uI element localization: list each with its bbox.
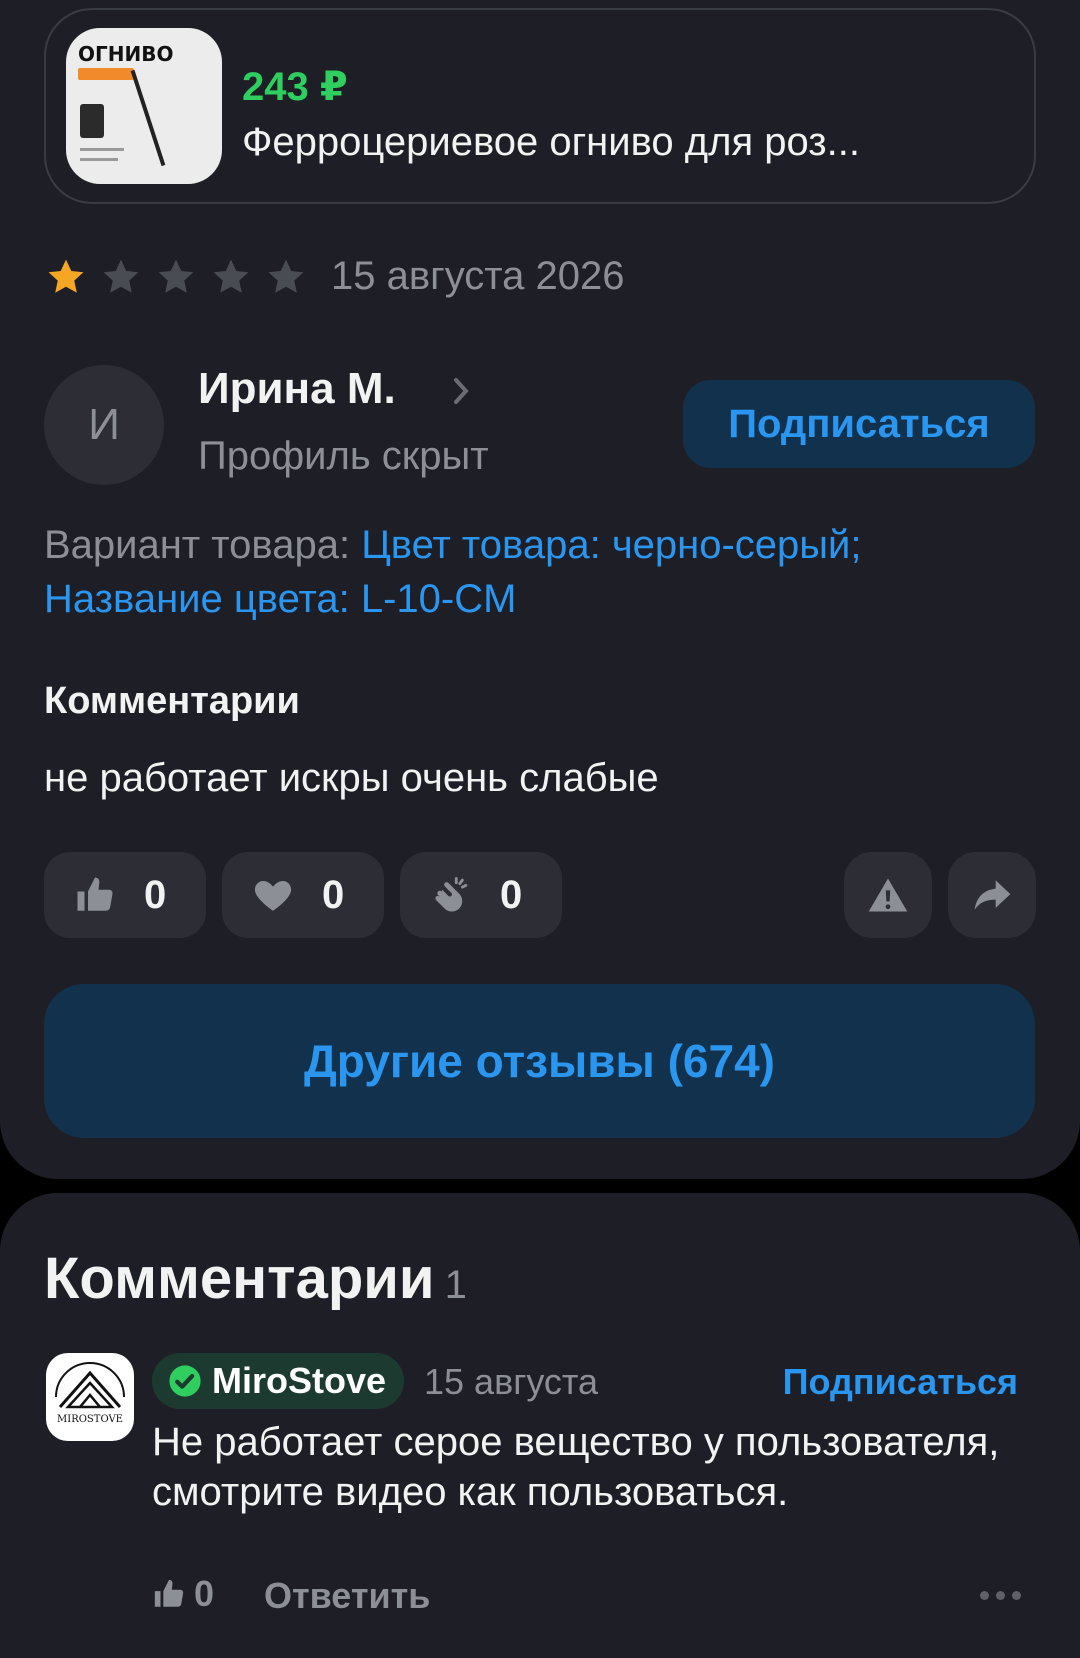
- share-button[interactable]: [948, 852, 1036, 938]
- star-empty-icon: [213, 259, 249, 293]
- report-button[interactable]: [844, 852, 932, 938]
- thumbs-up-icon: [77, 877, 113, 911]
- product-card[interactable]: ОГНИВО 243 ₽ Ферроцериевое огниво для ро…: [44, 8, 1036, 204]
- product-name: Ферроцериевое огниво для роз...: [242, 120, 860, 164]
- product-variant: Вариант товара: Цвет товара: черно-серый…: [44, 518, 1034, 626]
- seller-badge[interactable]: MiroStove: [152, 1353, 405, 1409]
- star-empty-icon: [268, 259, 304, 293]
- author-name[interactable]: Ирина М.: [198, 364, 396, 414]
- rating-stars: 15 августа 2026: [44, 254, 624, 299]
- reply-text: Не работает серое вещество у пользовател…: [152, 1420, 1000, 1514]
- review-comment: не работает искры очень слабые: [44, 756, 659, 800]
- seller-subscribe-button[interactable]: Подписаться: [783, 1361, 1018, 1403]
- clap-icon: [435, 876, 468, 912]
- author-avatar[interactable]: И: [44, 365, 164, 485]
- variant-label: Вариант товара:: [44, 523, 351, 567]
- reply-button[interactable]: Ответить: [264, 1575, 430, 1617]
- warning-icon: [868, 878, 908, 912]
- thumbs-up-icon: [154, 1579, 184, 1607]
- heart-icon: [254, 881, 292, 911]
- verified-check-icon: [169, 1365, 201, 1397]
- product-thumbnail: ОГНИВО: [66, 28, 222, 184]
- chevron-right-icon[interactable]: [452, 374, 472, 408]
- like-button[interactable]: 0: [44, 852, 206, 938]
- reply-like-count: 0: [194, 1573, 215, 1614]
- comments-heading: Комментарии: [44, 680, 300, 722]
- star-empty-icon: [158, 259, 194, 293]
- clap-button[interactable]: 0: [400, 852, 562, 938]
- reply-date: 15 августа: [424, 1361, 599, 1402]
- other-reviews-button[interactable]: Другие отзывы (674): [44, 984, 1035, 1138]
- heart-count: 0: [322, 872, 345, 917]
- seller-name: MiroStove: [212, 1360, 387, 1401]
- comments-card: Комментарии 1 MIROSTOVE MiroStove 15 авгу…: [0, 1193, 1080, 1658]
- seller-logo[interactable]: MIROSTOVE: [46, 1353, 134, 1441]
- svg-text:MIROSTOVE: MIROSTOVE: [57, 1414, 123, 1425]
- reply-like-button[interactable]: 0: [152, 1573, 214, 1615]
- subscribe-button[interactable]: Подписаться: [683, 380, 1035, 468]
- share-arrow-icon: [974, 880, 1011, 910]
- author-profile-status: Профиль скрыт: [198, 434, 489, 478]
- star-filled-icon: [48, 259, 84, 293]
- more-options-icon[interactable]: [980, 1591, 1028, 1600]
- comments-title-text: Комментарии: [44, 1246, 435, 1311]
- clap-count: 0: [500, 872, 523, 917]
- like-count: 0: [144, 872, 167, 917]
- comments-section-title: Комментарии 1: [44, 1245, 467, 1312]
- comments-count: 1: [444, 1263, 467, 1307]
- heart-button[interactable]: 0: [222, 852, 384, 938]
- product-price: 243 ₽: [242, 65, 348, 109]
- mirostove-logo-icon: MIROSTOVE: [55, 1362, 125, 1425]
- review-date: 15 августа 2026: [331, 254, 625, 298]
- review-card: ОГНИВО 243 ₽ Ферроцериевое огниво для ро…: [0, 0, 1080, 1179]
- product-thumbnail-title: ОГНИВО: [78, 42, 174, 66]
- star-empty-icon: [103, 259, 139, 293]
